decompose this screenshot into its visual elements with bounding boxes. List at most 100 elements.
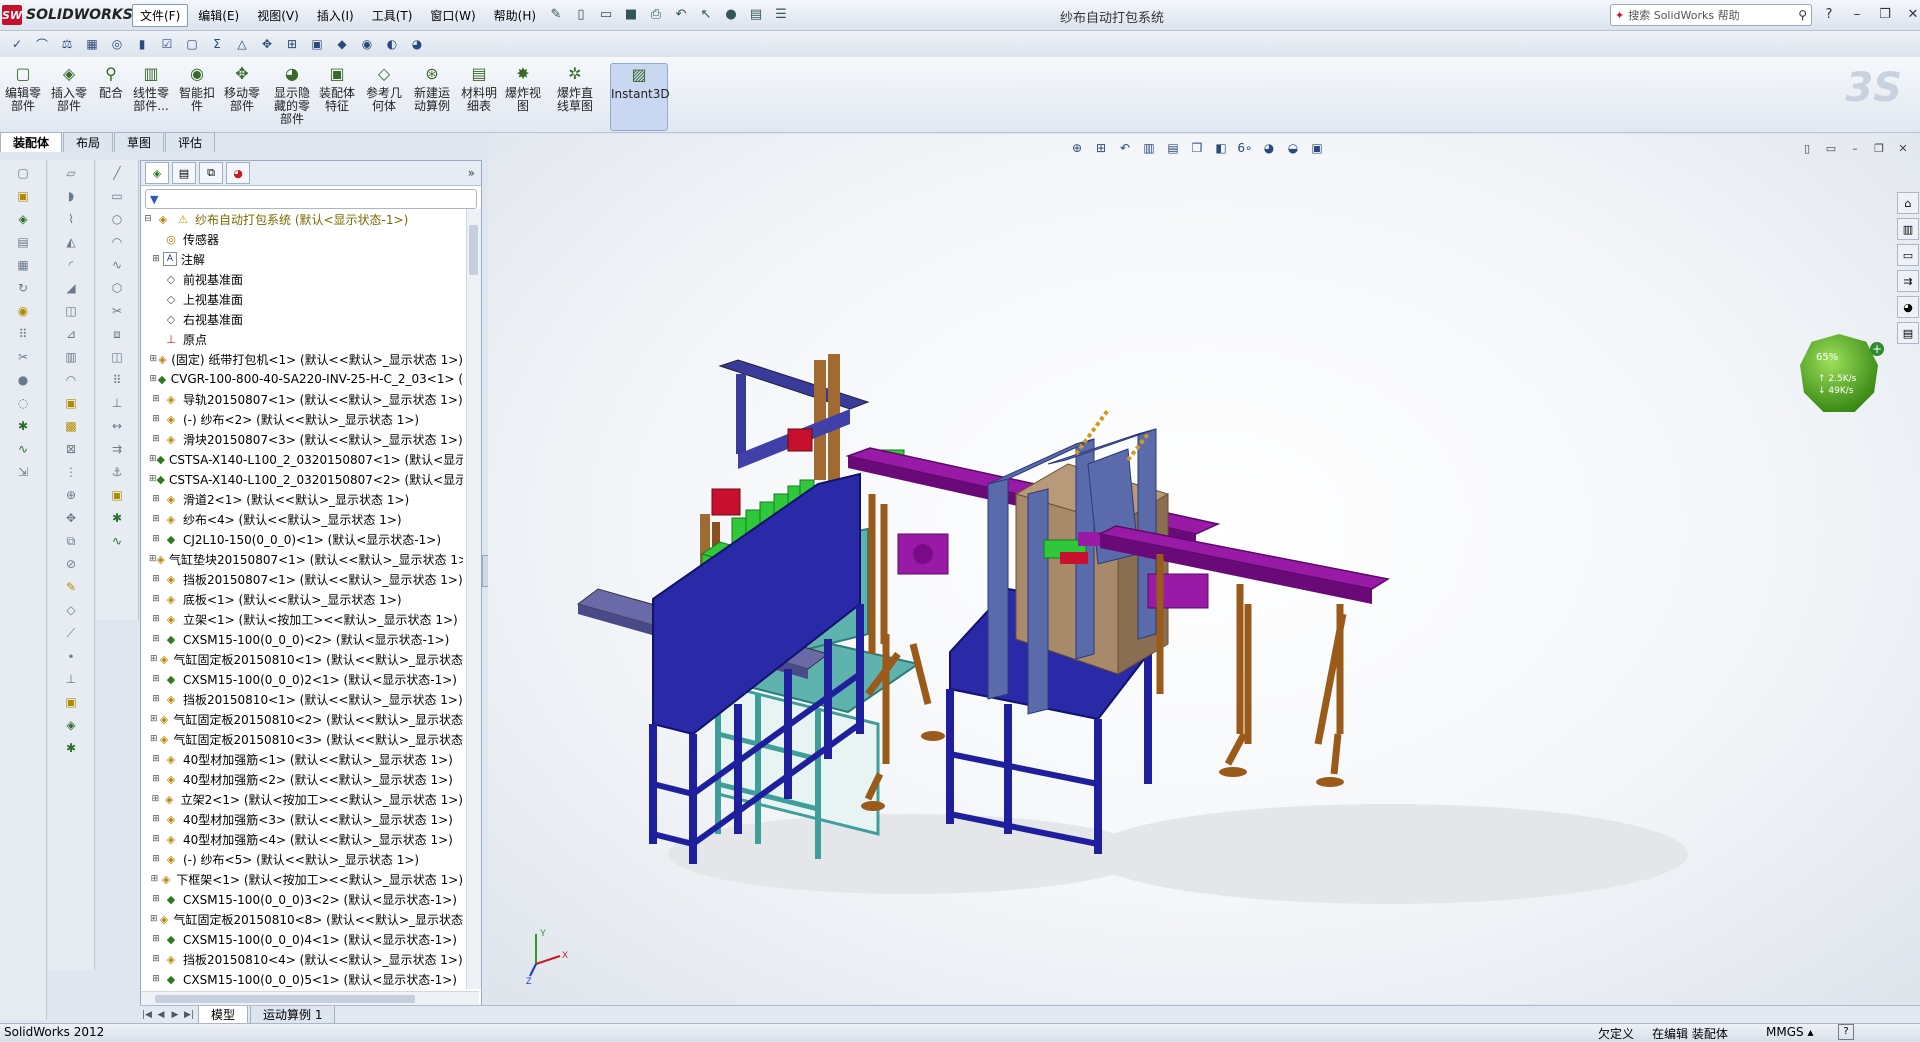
mate-icon[interactable]: ◈ — [12, 209, 34, 229]
tree-node[interactable]: ⊞ ◈ (固定) 纸带打包机<1> (默认<<默认>_显示状态 1>) — [141, 349, 463, 369]
rebuild-icon[interactable]: ● — [720, 4, 742, 24]
line-icon[interactable]: ╱ — [106, 163, 128, 183]
tree-node[interactable]: ◎ 传感器 — [141, 229, 463, 249]
command-button[interactable]: ◕ 显示隐 藏的零 部件 — [270, 63, 314, 129]
menu-item[interactable]: 窗口(W) — [422, 4, 483, 27]
tree-node[interactable]: ⊞ ◈ 气缸垫块20150807<1> (默认<<默认>_显示状态 1> — [141, 549, 463, 569]
rib-icon[interactable]: ▥ — [60, 347, 82, 367]
polygon-icon[interactable]: ⬡ — [106, 278, 128, 298]
tree-node[interactable]: ⊞ ◈ 气缸固定板20150810<1> (默认<<默认>_显示状态 — [141, 649, 463, 669]
viewport-restore-icon[interactable]: ❐ — [1870, 140, 1888, 156]
expand-icon[interactable]: ⊞ — [149, 394, 163, 404]
bottom-tab[interactable]: 运动算例 1 — [250, 1006, 336, 1024]
convert-icon[interactable]: ⇉ — [106, 439, 128, 459]
delete-body-icon[interactable]: ⊘ — [60, 554, 82, 574]
pin-icon[interactable]: ✎ — [545, 4, 567, 24]
help-menu-icon[interactable]: ? — [1818, 4, 1840, 24]
dome-icon[interactable]: ◠ — [60, 370, 82, 390]
open-folder-icon[interactable]: ▭ — [595, 4, 617, 24]
search-icon[interactable]: ⚲ — [1798, 8, 1807, 22]
toolbox-icon[interactable]: ◈ — [60, 715, 82, 735]
expand-icon[interactable]: ⊞ — [149, 954, 163, 964]
tree-node[interactable]: ⊞ ◈ 滑块20150807<3> (默认<<默认>_显示状态 1>) — [141, 429, 463, 449]
tree-node[interactable]: ◇ 右视基准面 — [141, 309, 463, 329]
custom-properties-icon[interactable]: ▤ — [1897, 322, 1919, 344]
tree-node[interactable]: ⊞ ◆ CXSM15-100(0_0_0)4<1> (默认<显示状态-1>) — [141, 929, 463, 949]
tree-node[interactable]: ⊞ ◈ 气缸固定板20150810<8> (默认<<默认>_显示状态 — [141, 909, 463, 929]
pattern-icon[interactable]: ⠿ — [106, 370, 128, 390]
tree-node[interactable]: ⊞ ◈ 挡板20150807<1> (默认<<默认>_显示状态 1>) — [141, 569, 463, 589]
scroll-thumb[interactable] — [469, 225, 478, 275]
expand-icon[interactable]: ⊞ — [149, 654, 159, 664]
relation-icon[interactable]: ⊥ — [106, 393, 128, 413]
hide-show-items-icon[interactable]: 6∘ — [1234, 138, 1256, 158]
clearance-icon[interactable]: ▮ — [131, 34, 153, 54]
tree-node[interactable]: ◇ 上视基准面 — [141, 289, 463, 309]
tree-node[interactable]: ⊞ ◆ CXSM15-100(0_0_0)3<2> (默认<显示状态-1>) — [141, 889, 463, 909]
command-button[interactable]: ◈ 插入零 部件 — [48, 63, 90, 129]
select-icon[interactable]: ↖ — [695, 4, 717, 24]
rotate-icon[interactable]: ↻ — [12, 278, 34, 298]
sphere-icon[interactable]: ● — [12, 370, 34, 390]
linear-pattern-icon[interactable]: ▦ — [12, 255, 34, 275]
command-button[interactable]: ⚲ 配合 — [96, 63, 126, 129]
tree-vertical-scrollbar[interactable] — [466, 209, 481, 989]
assembly-model[interactable] — [488, 134, 1920, 1004]
design-library-icon[interactable]: ▥ — [1897, 218, 1919, 240]
units-selector[interactable]: MMGS ▴ — [1766, 1025, 1813, 1039]
smart-fastener-icon[interactable]: ◉ — [12, 301, 34, 321]
expand-icon[interactable]: ⊞ — [149, 354, 158, 364]
command-tab[interactable]: 装配体 — [0, 132, 63, 152]
tree-node[interactable]: ⊞ ◈ 立架2<1> (默认<按加工><<默认>_显示状态 1>) — [141, 789, 463, 809]
tree-node[interactable]: ⊞ ◈ 底板<1> (默认<<默认>_显示状态 1>) — [141, 589, 463, 609]
component-icon[interactable]: ▤ — [12, 232, 34, 252]
command-tab[interactable]: 草图 — [114, 132, 165, 152]
expand-icon[interactable]: ⊞ — [149, 694, 163, 704]
tree-node[interactable]: ⊞ ◈ 挡板20150810<4> (默认<<默认>_显示状态 1>) — [141, 949, 463, 969]
edit-appearance-icon[interactable]: ◕ — [1258, 138, 1280, 158]
last-tab-icon[interactable]: ▶| — [182, 1010, 196, 1020]
expand-icon[interactable]: ⊞ — [149, 774, 163, 784]
print-icon[interactable]: ⎙ — [645, 4, 667, 24]
tree-node[interactable]: ⊞ ◈ (-) 纱布<5> (默认<<默认>_显示状态 1>) — [141, 849, 463, 869]
tree-node[interactable]: ⊞ ◈ 40型材加强筋<3> (默认<<默认>_显示状态 1>) — [141, 809, 463, 829]
costing-icon[interactable]: ◐ — [381, 34, 403, 54]
network-widget-plus-icon[interactable]: + — [1870, 342, 1884, 356]
menu-item[interactable]: 视图(V) — [249, 4, 307, 27]
display-style-icon[interactable]: ◧ — [1210, 138, 1232, 158]
command-button[interactable]: ✲ 爆炸直 线草图 — [550, 63, 600, 129]
measure-icon[interactable]: ⌒ — [31, 34, 53, 54]
revolve-icon[interactable]: ◗ — [60, 186, 82, 206]
motion-icon[interactable]: ✱ — [60, 738, 82, 758]
zoom-area-icon[interactable]: ⊞ — [1090, 138, 1112, 158]
viewport-close-icon[interactable]: ✕ — [1894, 140, 1912, 156]
expand-icon[interactable]: ⊞ — [149, 854, 163, 864]
expand-icon[interactable]: ⊞ — [149, 594, 163, 604]
photoview-icon[interactable]: ◉ — [356, 34, 378, 54]
scale-icon[interactable]: ⊠ — [60, 439, 82, 459]
expand-icon[interactable]: ⊞ — [149, 974, 163, 984]
draft-icon[interactable]: ⊿ — [60, 324, 82, 344]
help-search-input[interactable]: 搜索 SolidWorks 帮助 — [1628, 7, 1739, 23]
tree-node[interactable]: ⊞ ◈ 40型材加强筋<4> (默认<<默认>_显示状态 1>) — [141, 829, 463, 849]
collapse-icon[interactable]: ⊟ — [141, 214, 155, 224]
rectangle-icon[interactable]: ▭ — [106, 186, 128, 206]
expand-icon[interactable]: ⊞ — [149, 674, 163, 684]
offset-icon[interactable]: ⧈ — [106, 324, 128, 344]
fillet-icon[interactable]: ◜ — [60, 255, 82, 275]
tree-node[interactable]: ⊞ ◈ 气缸固定板20150810<2> (默认<<默认>_显示状态 — [141, 709, 463, 729]
menu-item[interactable]: 插入(I) — [309, 4, 362, 27]
command-button[interactable]: ▣ 装配体 特征 — [316, 63, 358, 129]
flex-icon[interactable]: ▩ — [60, 416, 82, 436]
trim-icon[interactable]: ✂ — [106, 301, 128, 321]
next-tab-icon[interactable]: ▶ — [168, 1010, 182, 1020]
expand-icon[interactable]: ⊞ — [149, 634, 163, 644]
expand-icon[interactable]: ⊞ — [149, 814, 163, 824]
section-properties-icon[interactable]: ▦ — [81, 34, 103, 54]
zoom-to-fit-icon[interactable]: ⊕ — [1066, 138, 1088, 158]
scroll-thumb[interactable] — [155, 995, 415, 1003]
dynamic-annotation-icon[interactable]: ▤ — [1162, 138, 1184, 158]
menu-item[interactable]: 文件(F) — [132, 4, 189, 27]
file-properties-icon[interactable]: ▤ — [745, 4, 767, 24]
solidworks-logo[interactable]: SW SOLIDWORKS — [2, 3, 133, 27]
